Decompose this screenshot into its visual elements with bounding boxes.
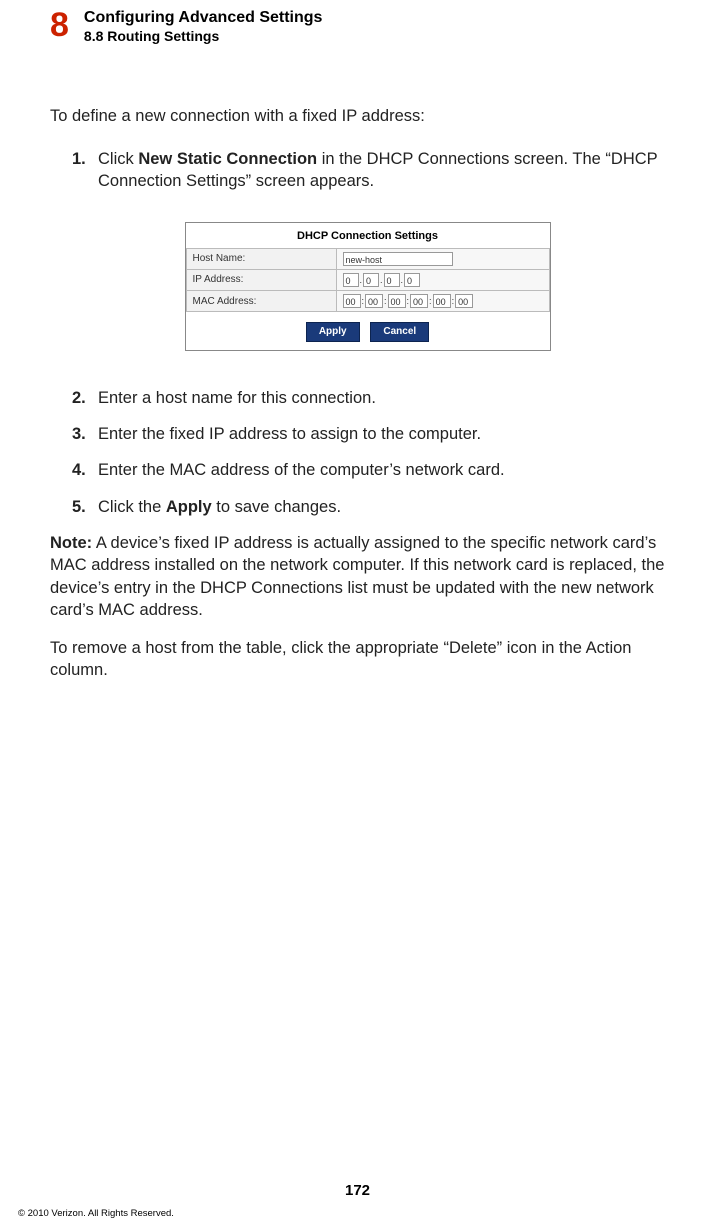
row-mac: MAC Address: 00:00:00:00:00:00 [186, 291, 549, 312]
header-titles: Configuring Advanced Settings 8.8 Routin… [84, 8, 323, 45]
mac-3[interactable]: 00 [388, 294, 406, 308]
step-5-num: 5. [72, 496, 98, 518]
step-1: 1. Click New Static Connection in the DH… [72, 148, 685, 193]
copyright-text: © 2010 Verizon. All Rights Reserved. [18, 1208, 174, 1219]
mac-6[interactable]: 00 [455, 294, 473, 308]
ip-octet-4[interactable]: 0 [404, 273, 420, 287]
figure-button-row: Apply Cancel [186, 312, 550, 350]
ip-octet-3[interactable]: 0 [384, 273, 400, 287]
step-3: 3. Enter the fixed IP address to assign … [72, 423, 685, 445]
mac-2[interactable]: 00 [365, 294, 383, 308]
hostname-cell: new-host [336, 249, 549, 270]
intro-text: To define a new connection with a fixed … [50, 105, 685, 127]
step-1-pre: Click [98, 150, 138, 168]
step-3-text: Enter the fixed IP address to assign to … [98, 423, 685, 445]
ip-cell: 0.0.0.0 [336, 270, 549, 291]
step-1-bold: New Static Connection [138, 150, 317, 168]
steps-list-cont: 2. Enter a host name for this connection… [50, 387, 685, 518]
dhcp-settings-figure: DHCP Connection Settings Host Name: new-… [185, 222, 551, 351]
step-1-text: Click New Static Connection in the DHCP … [98, 148, 685, 193]
steps-list: 1. Click New Static Connection in the DH… [50, 148, 685, 193]
row-hostname: Host Name: new-host [186, 249, 549, 270]
step-4-num: 4. [72, 459, 98, 481]
step-1-num: 1. [72, 148, 98, 170]
step-5-text: Click the Apply to save changes. [98, 496, 341, 518]
row-ip: IP Address: 0.0.0.0 [186, 270, 549, 291]
chapter-title: Configuring Advanced Settings [84, 8, 323, 27]
figure-wrap: DHCP Connection Settings Host Name: new-… [50, 222, 685, 351]
step-5-bold: Apply [166, 498, 212, 516]
cancel-button[interactable]: Cancel [370, 322, 429, 342]
section-title: 8.8 Routing Settings [84, 27, 323, 45]
ip-octet-2[interactable]: 0 [363, 273, 379, 287]
mac-cell: 00:00:00:00:00:00 [336, 291, 549, 312]
page-content: To define a new connection with a fixed … [0, 45, 715, 681]
figure-table: Host Name: new-host IP Address: 0.0.0.0 … [186, 248, 550, 312]
remove-paragraph: To remove a host from the table, click t… [50, 637, 685, 682]
mac-1[interactable]: 00 [343, 294, 361, 308]
mac-4[interactable]: 00 [410, 294, 428, 308]
figure-title: DHCP Connection Settings [186, 223, 550, 248]
step-4-text: Enter the MAC address of the computer’s … [98, 459, 685, 481]
step-2: 2. Enter a host name for this connection… [72, 387, 685, 409]
step-5-post: to save changes. [212, 498, 341, 516]
step-2-text: Enter a host name for this connection. [98, 387, 685, 409]
note-label: Note: [50, 534, 92, 552]
step-2-num: 2. [72, 387, 98, 409]
step-3-num: 3. [72, 423, 98, 445]
step-5-pre: Click the [98, 498, 166, 516]
note-text: A device’s fixed IP address is actually … [50, 534, 664, 619]
mac-5[interactable]: 00 [433, 294, 451, 308]
step-4: 4. Enter the MAC address of the computer… [72, 459, 685, 481]
step-5: 5. Click the Apply to save changes. [72, 496, 685, 518]
ip-label: IP Address: [186, 270, 336, 291]
ip-octet-1[interactable]: 0 [343, 273, 359, 287]
hostname-label: Host Name: [186, 249, 336, 270]
page-number: 172 [0, 1182, 715, 1199]
apply-button[interactable]: Apply [306, 322, 360, 342]
page-header: 8 Configuring Advanced Settings 8.8 Rout… [0, 0, 715, 45]
hostname-input[interactable]: new-host [343, 252, 453, 266]
mac-label: MAC Address: [186, 291, 336, 312]
note-paragraph: Note: A device’s fixed IP address is act… [50, 532, 685, 621]
chapter-number: 8 [50, 8, 68, 42]
